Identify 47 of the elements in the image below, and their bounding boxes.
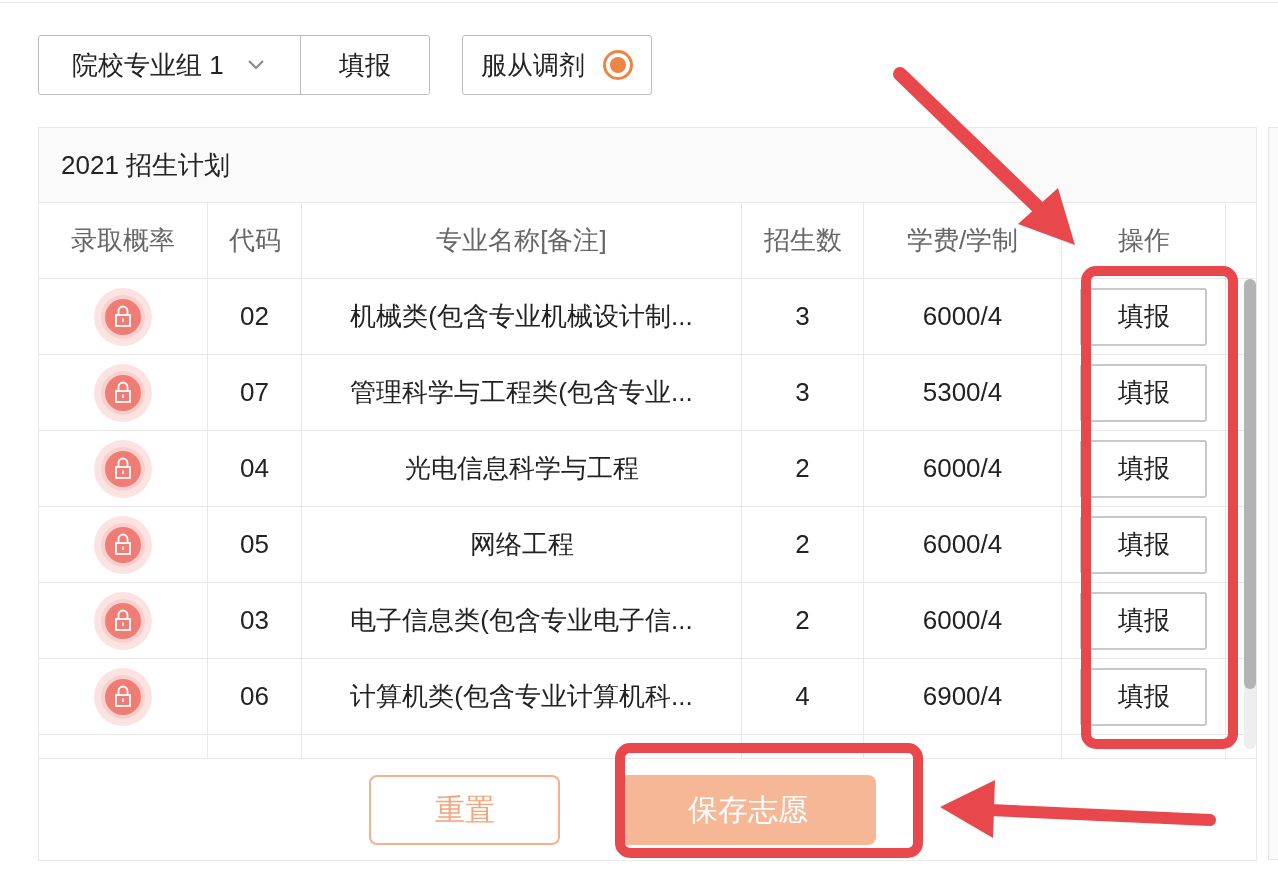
major-name-cell-text: 网络工程	[469, 528, 574, 561]
column-header: 代码	[228, 224, 281, 257]
fill-button[interactable]: 填报	[1080, 591, 1207, 650]
lock-icon	[94, 591, 152, 650]
panel-title: 2021 招生计划	[61, 148, 231, 182]
major-name-cell-text: 光电信息科学与工程	[404, 452, 639, 485]
column-header: 操作	[1117, 224, 1170, 257]
fee-cell-text: 6000/4	[922, 452, 1003, 485]
major-name-cell-text: 计算机类(包含专业计算机科...	[350, 680, 693, 713]
fee-cell-text: 6000/4	[922, 528, 1003, 561]
column-header: 学费/学制	[906, 224, 1019, 257]
lock-icon	[94, 363, 152, 422]
count-cell-text: 3	[795, 300, 810, 333]
column-header: 招生数	[763, 224, 842, 257]
fill-button[interactable]: 填报	[1080, 667, 1207, 726]
count-cell-text: 2	[795, 604, 810, 637]
count-cell-text: 3	[795, 376, 810, 409]
major-name-cell-text: 电子信息类(包含专业电子信...	[350, 604, 693, 637]
code-cell-text: 04	[240, 452, 269, 485]
lock-icon	[94, 515, 152, 574]
major-name-cell-text: 机械类(包含专业机械设计制...	[350, 300, 693, 333]
fee-cell-text: 6000/4	[922, 300, 1003, 333]
adjust-option[interactable]: 服从调剂	[462, 35, 652, 95]
fill-button[interactable]: 填报	[1080, 515, 1207, 574]
code-cell-text: 06	[240, 680, 269, 713]
count-cell-text: 4	[795, 680, 810, 713]
lock-icon	[94, 667, 152, 726]
chevron-down-icon	[247, 60, 264, 70]
fee-cell-text: 5300/4	[922, 376, 1003, 409]
major-name-cell-text: 管理科学与工程类(包含专业...	[350, 376, 693, 409]
fill-button[interactable]: 填报	[1080, 287, 1207, 346]
lock-icon	[94, 439, 152, 498]
column-header: 专业名称[备注]	[436, 224, 607, 257]
code-cell-text: 03	[240, 604, 269, 637]
lock-icon	[94, 287, 152, 346]
code-cell-text: 05	[240, 528, 269, 561]
scrollbar-thumb[interactable]	[1244, 279, 1256, 689]
code-cell-text: 02	[240, 300, 269, 333]
fee-cell-text: 6000/4	[922, 604, 1003, 637]
radio-button[interactable]	[603, 50, 633, 80]
count-cell-text: 2	[795, 452, 810, 485]
fill-button[interactable]: 填报	[1080, 439, 1207, 498]
fee-cell-text: 6900/4	[922, 680, 1003, 713]
fill-button[interactable]: 填报	[1080, 363, 1207, 422]
code-cell-text: 07	[240, 376, 269, 409]
count-cell-text: 2	[795, 528, 810, 561]
column-header: 录取概率	[71, 224, 175, 257]
